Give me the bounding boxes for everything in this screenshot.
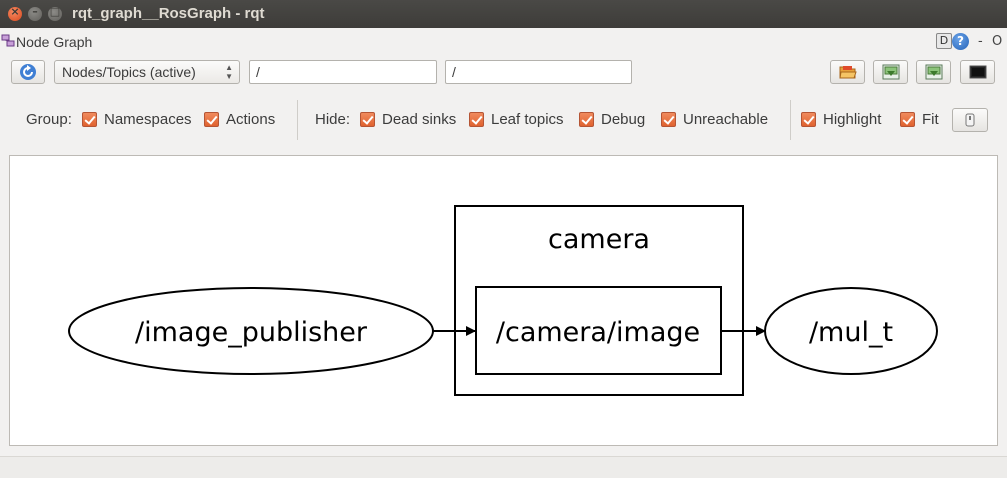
refresh-button[interactable] <box>11 60 45 84</box>
fit-checkbox[interactable] <box>900 112 915 127</box>
node-filter-input[interactable]: / <box>249 60 437 84</box>
dead-sinks-label: Dead sinks <box>382 111 457 128</box>
window-minimize-button[interactable]: – <box>28 5 42 21</box>
topic-label: /camera/image <box>496 317 700 348</box>
save-svg-icon <box>925 64 942 80</box>
topic-camera-image[interactable]: /camera/image <box>475 286 722 375</box>
minimize-plugin-button[interactable]: - <box>978 34 983 49</box>
node-image-publisher[interactable]: /image_publisher <box>68 287 434 375</box>
unreachable-checkbox[interactable] <box>661 112 676 127</box>
actions-label: Actions <box>226 111 276 128</box>
fit-label: Fit <box>922 111 939 128</box>
leaf-topics-label: Leaf topics <box>491 111 564 128</box>
ros-graph[interactable]: camera /image_publisher /camera/image /m… <box>10 156 998 446</box>
group-label: Group: <box>26 111 72 128</box>
window-titlebar: × – □ rqt_graph__RosGraph - rqt <box>0 0 1007 28</box>
hide-label: Hide: <box>315 111 351 128</box>
leaf-topics-checkbox[interactable] <box>469 112 484 127</box>
save-svg-button[interactable] <box>916 60 951 84</box>
status-bar <box>0 456 1007 478</box>
save-dot-button[interactable] <box>873 60 908 84</box>
close-icon: × <box>10 5 20 18</box>
node-label: /image_publisher <box>135 317 368 348</box>
minimize-icon: – <box>32 5 38 18</box>
refresh-icon <box>20 64 36 80</box>
actions-checkbox[interactable] <box>204 112 219 127</box>
topic-filter-input[interactable]: / <box>445 60 632 84</box>
window-close-button[interactable]: × <box>8 5 22 21</box>
save-image-icon <box>969 65 986 79</box>
highlight-checkbox[interactable] <box>801 112 816 127</box>
window-maximize-button[interactable]: □ <box>48 5 62 21</box>
maximize-icon: □ <box>49 5 61 18</box>
help-button[interactable]: ? <box>952 33 969 50</box>
save-dot-icon <box>882 64 899 80</box>
unreachable-label: Unreachable <box>683 111 769 128</box>
dead-sinks-checkbox[interactable] <box>360 112 375 127</box>
fit-view-button[interactable] <box>952 108 988 132</box>
plugin-icon <box>1 34 15 47</box>
load-dot-button[interactable] <box>830 60 865 84</box>
options-separator <box>297 100 298 140</box>
plugin-title: Node Graph <box>16 34 93 50</box>
graph-type-combobox[interactable]: Nodes/Topics (active) ▲ ▼ <box>54 60 240 84</box>
node-label: /mul_t <box>809 317 893 348</box>
namespaces-label: Namespaces <box>104 111 192 128</box>
graph-canvas[interactable]: camera /image_publisher /camera/image /m… <box>9 155 998 446</box>
dock-button[interactable]: D <box>936 33 952 49</box>
save-image-button[interactable] <box>960 60 995 84</box>
namespace-label: camera <box>548 224 650 255</box>
highlight-label: Highlight <box>823 111 882 128</box>
debug-label: Debug <box>601 111 646 128</box>
debug-checkbox[interactable] <box>579 112 594 127</box>
fit-view-icon <box>965 113 975 127</box>
combo-arrows-icon: ▲ ▼ <box>225 63 233 81</box>
close-plugin-button[interactable]: O <box>992 34 1002 49</box>
folder-open-icon <box>838 66 857 79</box>
namespaces-checkbox[interactable] <box>82 112 97 127</box>
node-mul-t[interactable]: /mul_t <box>764 287 938 375</box>
window-title: rqt_graph__RosGraph - rqt <box>72 5 265 22</box>
graph-type-selected: Nodes/Topics (active) <box>62 64 196 80</box>
plugin-header: Node Graph D ? - O <box>0 30 1007 54</box>
options-separator <box>790 100 791 140</box>
